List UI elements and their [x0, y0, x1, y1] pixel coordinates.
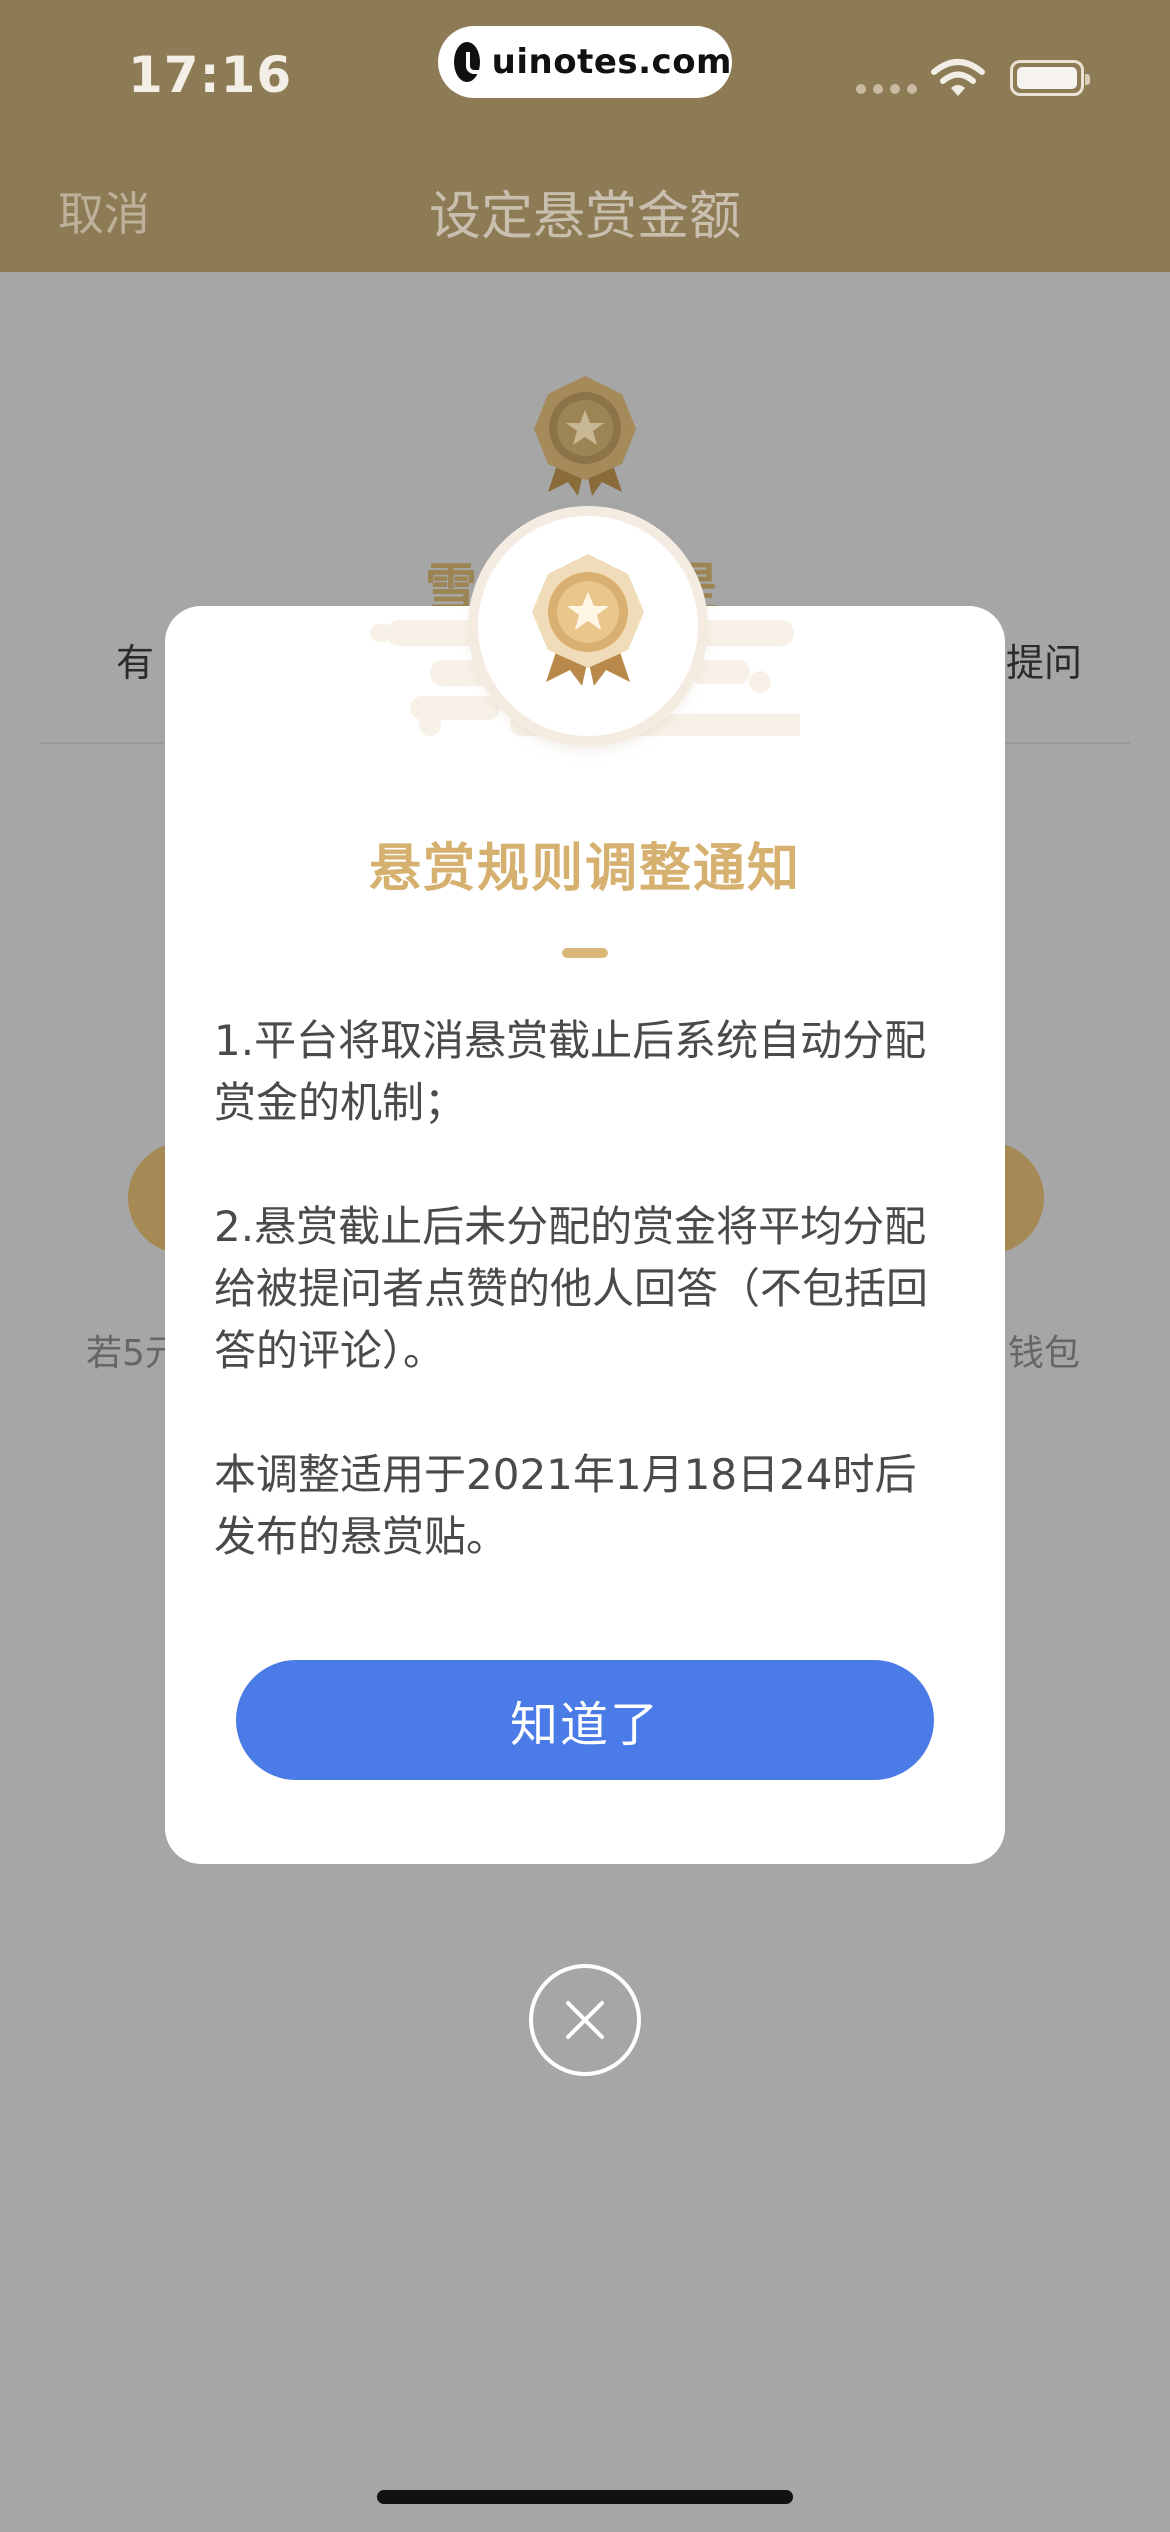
- cellular-signal-icon: [856, 84, 917, 94]
- page-title: 设定悬赏金额: [428, 187, 741, 247]
- url-text: uinotes.com: [491, 42, 732, 82]
- home-indicator: [377, 2490, 793, 2504]
- rule-paragraph: 2.悬赏截止后未分配的赏金将平均分配给被提问者点赞的他人回答（不包括回答的评论）…: [214, 1202, 929, 1375]
- medal-star-icon: [534, 376, 636, 496]
- got-it-button[interactable]: 知道了: [236, 1660, 934, 1780]
- bg-note-right: 钱包: [1008, 1333, 1081, 1374]
- bg-right-text: 提问: [1006, 641, 1083, 685]
- dialog-body: 1.平台将取消悬赏截止后系统自动分配赏金的机制； 2.悬赏截止后未分配的赏金将平…: [214, 1010, 954, 1568]
- status-time: 17:16: [128, 46, 293, 104]
- title-dash: [562, 948, 608, 958]
- rule-paragraph: 1.平台将取消悬赏截止后系统自动分配赏金的机制；: [214, 1016, 927, 1127]
- url-pill[interactable]: uinotes.com: [438, 26, 732, 98]
- dialog-title: 悬赏规则调整通知: [368, 839, 801, 899]
- status-bar: 17:16 uinotes.com: [0, 0, 1170, 132]
- medal-star-icon: [532, 554, 644, 686]
- wifi-icon: [931, 59, 985, 96]
- bg-left-text: 有: [116, 641, 155, 685]
- uinotes-logo-icon: [454, 42, 490, 82]
- battery-icon: [1010, 60, 1090, 96]
- rule-paragraph: 本调整适用于2021年1月18日24时后发布的悬赏贴。: [214, 1450, 917, 1561]
- close-circle-icon[interactable]: [529, 1964, 641, 2076]
